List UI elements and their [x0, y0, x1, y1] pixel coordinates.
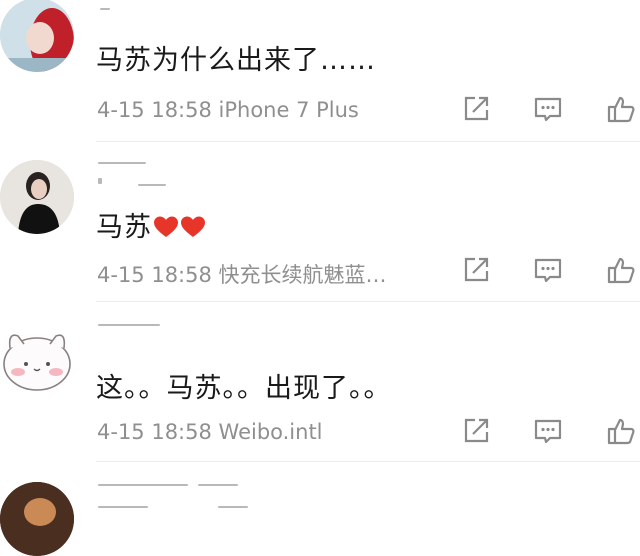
comment-actions — [0, 416, 640, 456]
username-blurred[interactable] — [98, 322, 178, 336]
comment-icon[interactable] — [533, 94, 563, 124]
comment-text-value: 马苏 — [96, 212, 152, 243]
share-icon[interactable] — [461, 94, 491, 124]
comment-actions — [0, 94, 640, 134]
comment-item: 马苏为什么出来了…… 4-15 18:58 iPhone 7 Plus — [0, 0, 640, 142]
username-blurred[interactable] — [98, 6, 178, 20]
comment-actions — [0, 255, 640, 295]
comment-item — [0, 462, 640, 556]
share-icon[interactable] — [461, 255, 491, 285]
heart-icon — [154, 216, 178, 237]
like-icon[interactable] — [606, 255, 636, 285]
avatar[interactable] — [0, 322, 74, 396]
comment-item: 这。。马苏。。出现了。。 4-15 18:58 Weibo.intl — [0, 302, 640, 462]
username-blurred[interactable] — [98, 482, 258, 508]
comment-icon[interactable] — [533, 255, 563, 285]
comment-icon[interactable] — [533, 416, 563, 446]
like-icon[interactable] — [606, 416, 636, 446]
like-icon[interactable] — [606, 94, 636, 124]
avatar[interactable] — [0, 0, 74, 72]
comment-text: 马苏 — [96, 205, 206, 244]
avatar[interactable] — [0, 160, 74, 234]
heart-icon — [181, 216, 205, 237]
share-icon[interactable] — [461, 416, 491, 446]
comment-item: 马苏 4-15 18:58 快充长续航魅蓝… — [0, 142, 640, 302]
username-blurred[interactable] — [98, 162, 178, 186]
comment-text: 马苏为什么出来了…… — [96, 45, 376, 76]
avatar[interactable] — [0, 482, 74, 556]
comment-text: 这。。马苏。。出现了。。 — [96, 373, 392, 404]
